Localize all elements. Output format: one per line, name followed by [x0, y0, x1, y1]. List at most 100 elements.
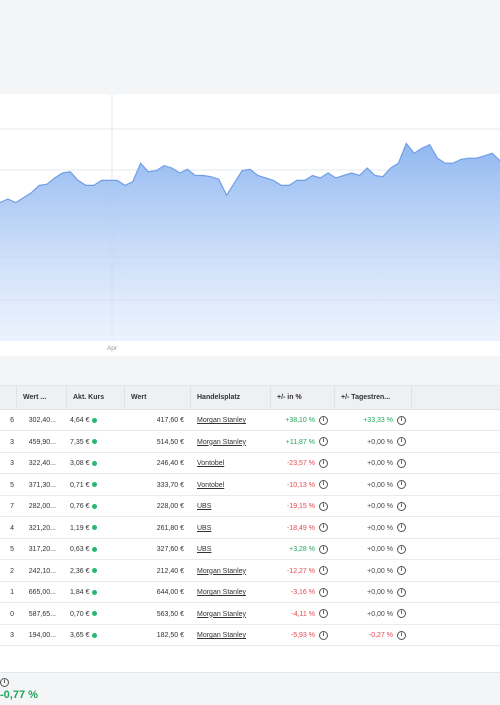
info-icon[interactable]: i [319, 587, 328, 597]
cell-tagestrend: +0,00 % i [334, 604, 406, 625]
cell-handelsplatz[interactable]: Morgan Stanley [197, 410, 267, 431]
info-icon[interactable]: i [319, 437, 328, 447]
cell-wert: 417,60 € [126, 410, 184, 431]
cell-change-pct: +11,87 % i [270, 432, 328, 453]
total-change-value: -0,77 % [0, 689, 38, 701]
info-icon[interactable]: i [397, 501, 406, 511]
cell-handelsplatz-text[interactable]: Morgan Stanley [197, 568, 246, 575]
table-row[interactable]: 6 302,40... 4,64 € 417,60 € Morgan Stanley +3… [0, 410, 500, 432]
cell-handelsplatz-text[interactable]: Morgan Stanley [197, 611, 246, 618]
cell-handelsplatz-text[interactable]: Morgan Stanley [197, 589, 246, 596]
info-icon[interactable]: i [319, 458, 328, 468]
table-row[interactable]: 5 317,20... 0,63 €327,60 € UBS +3,28 % i +0,00… [0, 539, 500, 561]
info-icon[interactable]: i [319, 609, 328, 619]
cell-wert: 327,60 € [126, 539, 184, 560]
cell-wert-kauf: 321,20... [16, 518, 56, 539]
cell-handelsplatz[interactable]: UBS [197, 496, 267, 517]
cell-change-pct: -12,27 % i [270, 561, 328, 582]
cell-tagestrend-text: +0,00 % [367, 460, 393, 467]
cell-count-text: 2 [10, 567, 14, 575]
cell-wert-text: 333,70 € [156, 481, 184, 489]
cell-handelsplatz[interactable]: UBS [197, 539, 267, 560]
col-header-change-pct[interactable]: +/- in % [270, 386, 334, 410]
cell-handelsplatz[interactable]: Vontobel [197, 453, 267, 474]
col-header-wert-kauf[interactable]: Wert ... [16, 386, 66, 410]
table-row[interactable]: 7 282,00... 0,76 €228,00 € UBS -19,15 % i +0,0… [0, 496, 500, 518]
status-dot-icon [92, 460, 98, 466]
cell-handelsplatz-text[interactable]: Morgan Stanley [197, 439, 246, 446]
x-tick-label: Apr [107, 345, 118, 352]
cell-change-pct: -19,15 % i [270, 496, 328, 517]
cell-handelsplatz-text[interactable]: Morgan Stanley [197, 417, 246, 424]
info-icon[interactable]: i [319, 566, 328, 576]
table-row[interactable]: 0 587,65... 0,70 € 563,50 € Morgan Stanley -4… [0, 604, 500, 625]
cell-handelsplatz[interactable]: Vontobel [197, 475, 267, 496]
cell-tagestrend: +0,00 % i [334, 582, 406, 603]
info-icon[interactable]: i [319, 415, 328, 425]
table-row[interactable]: 5 371,30... 0,71 € 333,70 € Vontobel -10,13 %… [0, 475, 500, 496]
table-row[interactable]: 3 322,40... 3,08 € 246,40 € Vontobel -23,57 %… [0, 453, 500, 475]
cell-handelsplatz-text[interactable]: Vontobel [197, 460, 224, 467]
col-header-tagestrend[interactable]: +/- Tagestren... [334, 386, 412, 410]
info-icon[interactable]: i [319, 630, 328, 640]
cell-count: 3 [0, 453, 14, 474]
table-row[interactable]: 4 321,20... 1,19 €261,80 € UBS -18,49 % i +0,0… [0, 518, 500, 539]
info-icon[interactable]: i [397, 587, 406, 597]
cell-handelsplatz[interactable]: Morgan Stanley [197, 625, 267, 646]
cell-akt-kurs-text: 1,84 € [70, 589, 90, 596]
cell-handelsplatz-text[interactable]: Vontobel [197, 482, 224, 489]
table-row[interactable]: 1 665,00... 1,84 € 644,00 € Morgan Stanley -3… [0, 582, 500, 604]
chart-svg: Apr [0, 94, 500, 352]
info-icon[interactable]: i [397, 630, 406, 640]
cell-count: 3 [0, 432, 14, 453]
cell-handelsplatz[interactable]: Morgan Stanley [197, 561, 267, 582]
cell-wert-kauf: 194,00... [16, 625, 56, 646]
cell-handelsplatz-text[interactable]: UBS [197, 546, 211, 553]
cell-tagestrend-text: +33,33 % [363, 417, 393, 424]
info-icon[interactable]: i [319, 501, 328, 511]
info-icon[interactable]: i [0, 678, 9, 687]
cell-change-pct: +38,10 % i [270, 410, 328, 431]
cell-tagestrend-text: +0,00 % [367, 546, 393, 553]
cell-count: 0 [0, 604, 14, 625]
info-icon[interactable]: i [397, 415, 406, 425]
cell-tagestrend-text: +0,00 % [367, 610, 393, 618]
cell-tagestrend: +33,33 % i [334, 410, 406, 431]
table-row[interactable]: 3 194,00... 3,65 € 182,50 € Morgan Stanley -5… [0, 625, 500, 647]
cell-wert-kauf-text: 302,40... [28, 417, 56, 424]
info-icon[interactable]: i [319, 523, 328, 533]
cell-change-pct-text: -23,57 % [286, 460, 315, 467]
info-icon[interactable]: i [397, 566, 406, 576]
col-header-akt-kurs[interactable]: Akt. Kurs [66, 386, 124, 410]
cell-handelsplatz[interactable]: Morgan Stanley [197, 604, 267, 625]
cell-wert: 333,70 € [126, 475, 184, 496]
footer-info[interactable]: i [0, 678, 10, 688]
cell-handelsplatz[interactable]: Morgan Stanley [197, 432, 267, 453]
info-icon[interactable]: i [319, 544, 328, 554]
cell-count: 3 [0, 625, 14, 646]
info-icon[interactable]: i [319, 480, 328, 490]
info-icon[interactable]: i [397, 544, 406, 554]
col-header-handelsplatz[interactable]: Handelsplatz [190, 386, 270, 410]
info-icon[interactable]: i [397, 609, 406, 619]
cell-akt-kurs-text: 3,08 € [70, 460, 90, 467]
table-row[interactable]: 2 242,10... 2,36 € 212,40 € Morgan Stanley -1… [0, 561, 500, 582]
table-row[interactable]: 3 459,90... 7,35 € 514,50 € Morgan Stanley +1… [0, 432, 500, 453]
cell-change-pct: -5,93 % i [270, 625, 328, 646]
info-icon[interactable]: i [397, 437, 406, 447]
positions-table: Wert ... Akt. Kurs Wert Handelsplatz +/-… [0, 385, 500, 673]
cell-handelsplatz[interactable]: UBS [197, 518, 267, 539]
cell-handelsplatz[interactable]: Morgan Stanley [197, 582, 267, 603]
info-icon[interactable]: i [397, 523, 406, 533]
info-icon[interactable]: i [397, 458, 406, 468]
cell-handelsplatz-text[interactable]: UBS [197, 503, 211, 510]
cell-handelsplatz-text[interactable]: Morgan Stanley [197, 632, 246, 639]
cell-change-pct: -4,11 % i [270, 604, 328, 625]
info-icon[interactable]: i [397, 480, 406, 490]
cell-count: 7 [0, 496, 14, 517]
col-header-wert[interactable]: Wert [124, 386, 190, 410]
cell-handelsplatz-text[interactable]: UBS [197, 525, 211, 532]
table-header: Wert ... Akt. Kurs Wert Handelsplatz +/-… [0, 386, 500, 410]
cell-wert-kauf: 665,00... [16, 582, 56, 603]
cell-change-pct-text: -12,27 % [286, 567, 315, 575]
